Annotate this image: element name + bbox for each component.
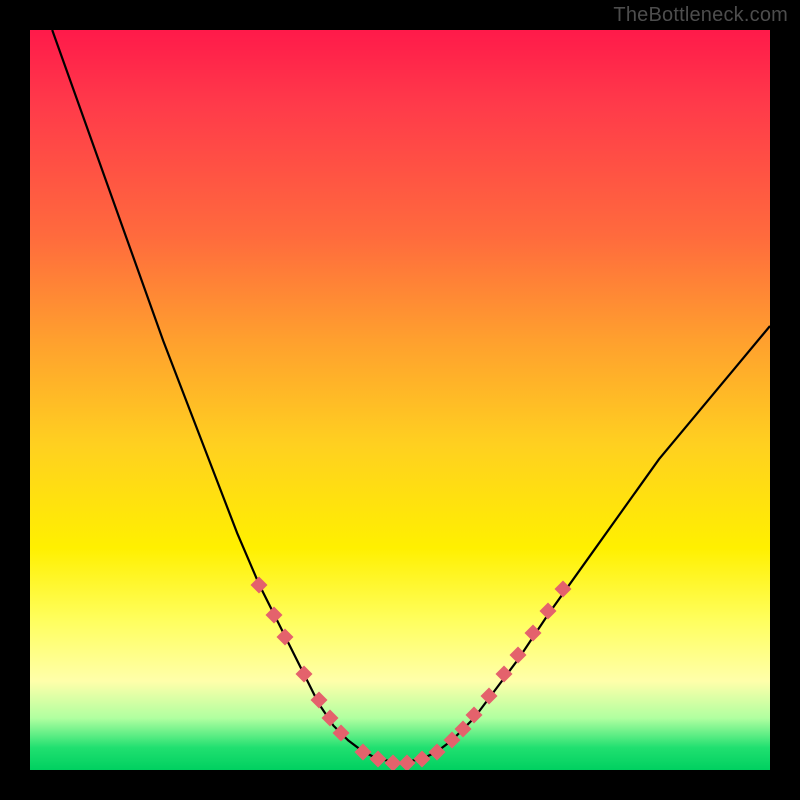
- bottleneck-curve: [30, 30, 770, 770]
- plot-area: [30, 30, 770, 770]
- watermark-text: TheBottleneck.com: [613, 4, 788, 27]
- chart-frame: TheBottleneck.com: [0, 0, 800, 800]
